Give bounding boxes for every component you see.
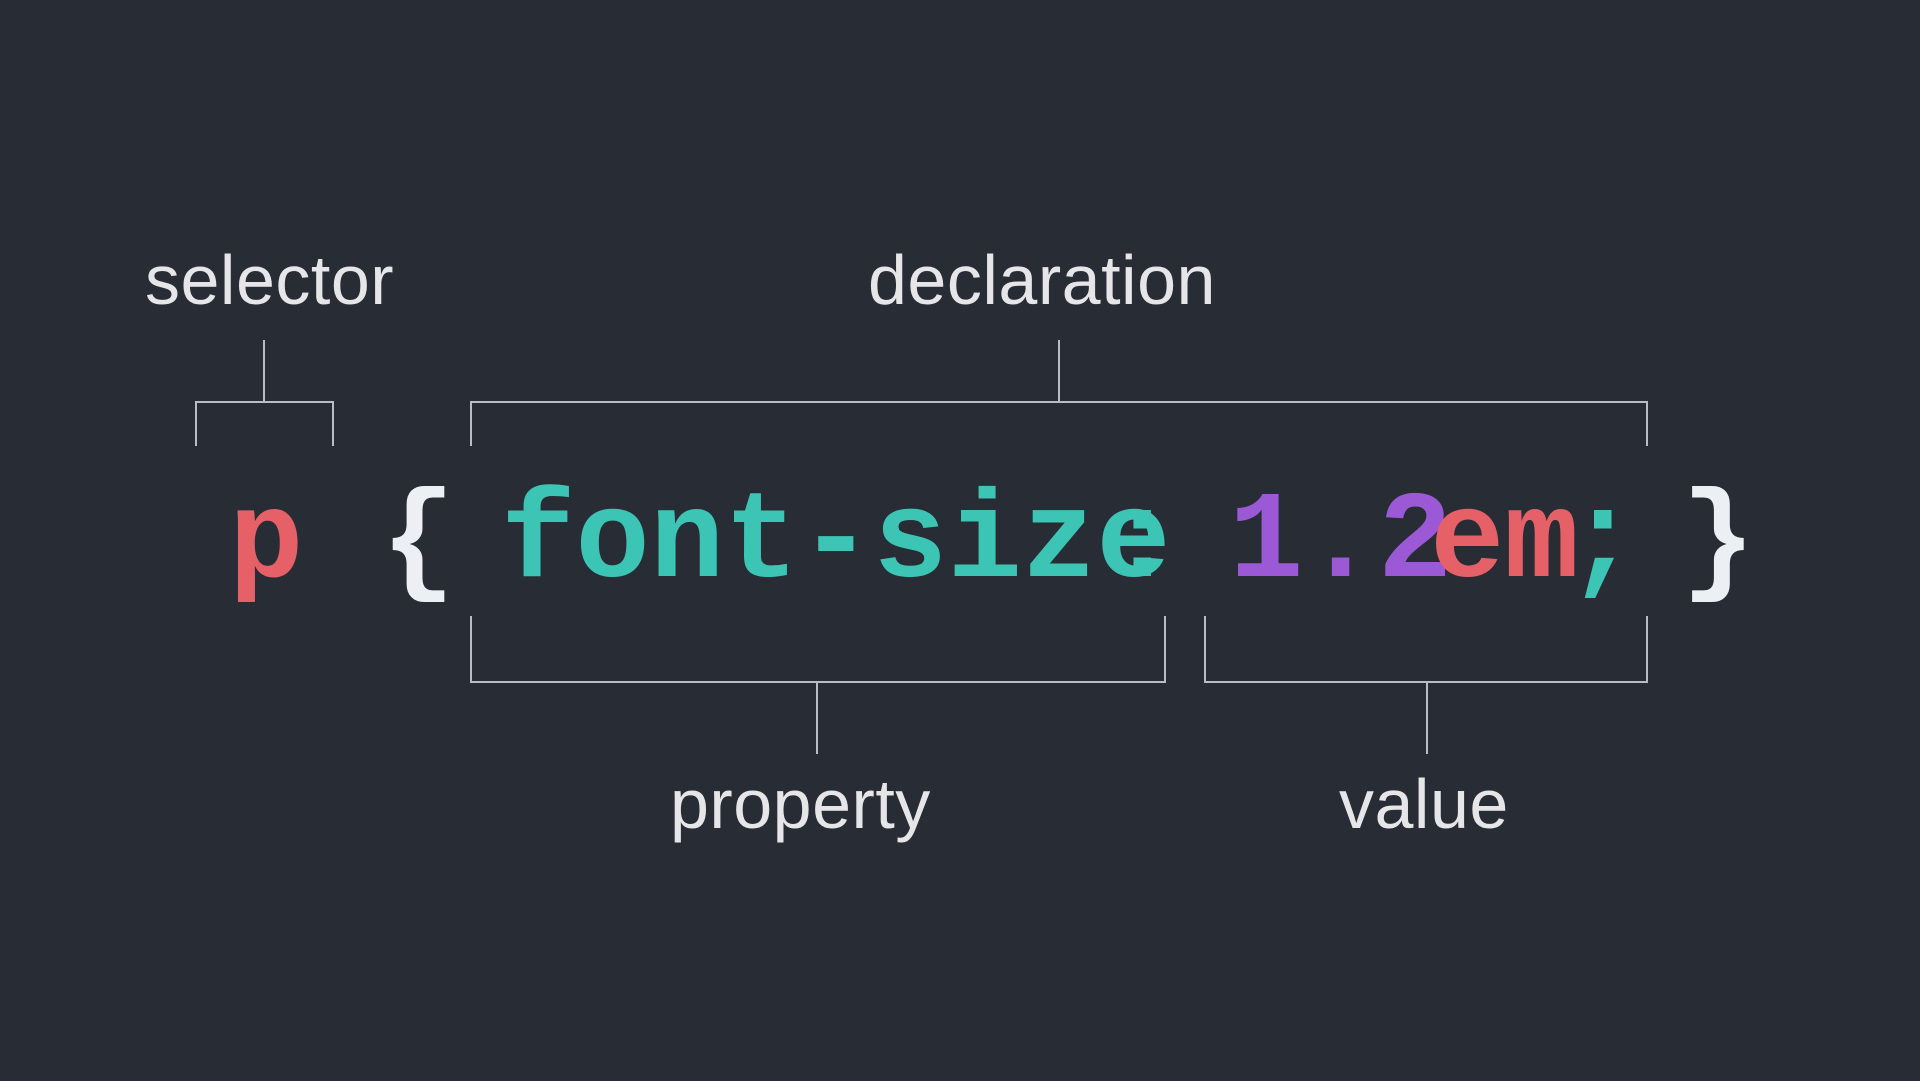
token-unit: em [1430, 464, 1579, 624]
token-open-brace: { [381, 464, 455, 624]
token-selector: p [229, 464, 303, 624]
token-semicolon: ; [1565, 464, 1639, 624]
code-line: p { font-size : 1.2 em ; } [0, 464, 1920, 624]
label-declaration: declaration [868, 240, 1216, 320]
label-value: value [1339, 764, 1509, 844]
token-property: font-size [501, 464, 1171, 624]
bracket-declaration [471, 340, 1647, 446]
bracket-property [471, 616, 1165, 754]
bracket-value [1205, 616, 1647, 754]
token-colon: : [1105, 464, 1179, 624]
bracket-selector [196, 340, 333, 446]
label-selector: selector [145, 240, 394, 320]
token-number: 1.2 [1229, 464, 1452, 624]
token-close-brace: } [1681, 464, 1755, 624]
label-property: property [670, 764, 931, 844]
